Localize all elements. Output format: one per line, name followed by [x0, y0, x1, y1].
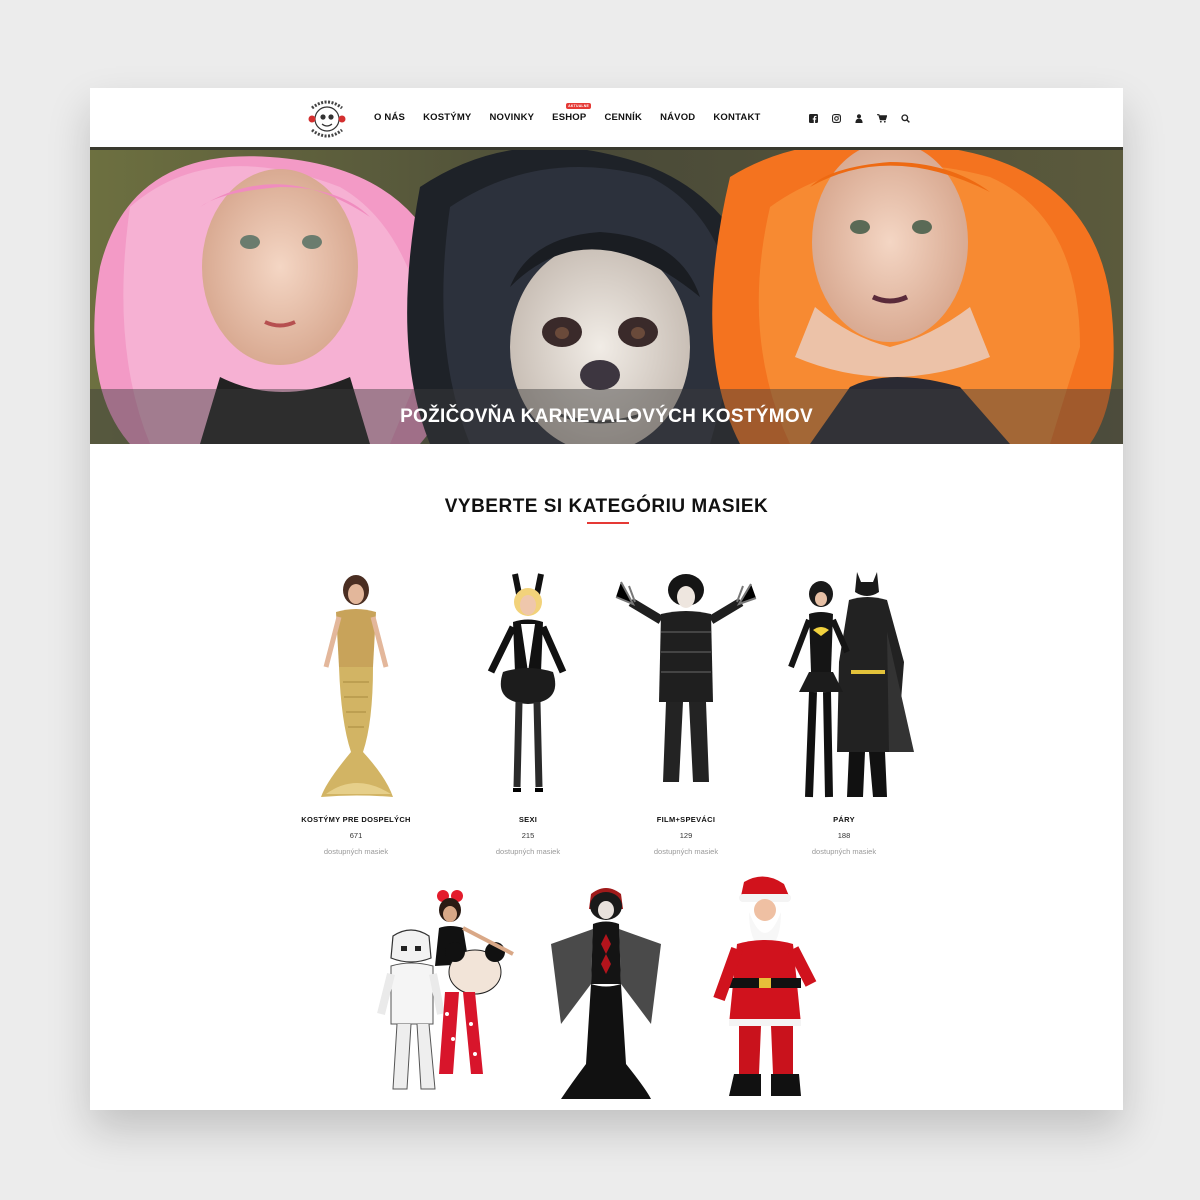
facebook-icon[interactable]: [807, 112, 819, 124]
category-card-sexi[interactable]: SEXI 215 dostupných masiek: [453, 572, 603, 856]
category-sub: dostupných masiek: [495, 847, 561, 856]
category-image-mermaid[interactable]: [281, 572, 431, 802]
site-logo[interactable]: [304, 96, 350, 140]
title-underline: [587, 522, 629, 524]
section-title: VYBERTE SI KATEGÓRIU MASIEK: [444, 496, 769, 517]
site-header: O NÁS KOSTÝMY NOVINKY AKTUALNE ESHOP CEN…: [90, 88, 1123, 147]
eshop-badge: AKTUALNE: [566, 103, 592, 109]
user-icon[interactable]: [853, 112, 865, 124]
category-count: 671: [349, 831, 363, 840]
header-icons: [807, 112, 911, 124]
category-image-bunny[interactable]: [453, 572, 603, 802]
search-icon[interactable]: [899, 112, 911, 124]
category-card-pary[interactable]: PÁRY 188 dostupných masiek: [769, 572, 919, 856]
category-card-kids-couple[interactable]: [373, 874, 523, 1104]
nav-item-kontakt[interactable]: KONTAKT: [713, 112, 760, 123]
nav-item-kostymy[interactable]: KOSTÝMY: [423, 112, 471, 123]
nav-item-novinky[interactable]: NOVINKY: [489, 112, 534, 123]
category-card-santa[interactable]: [689, 874, 839, 1104]
category-name[interactable]: KOSTÝMY PRE DOSPELÝCH: [281, 815, 431, 824]
category-image-vampire[interactable]: [531, 874, 681, 1104]
category-card-vampire[interactable]: [531, 874, 681, 1104]
nav-item-eshop[interactable]: AKTUALNE ESHOP: [552, 103, 592, 123]
page: O NÁS KOSTÝMY NOVINKY AKTUALNE ESHOP CEN…: [90, 88, 1123, 1110]
category-count: 215: [521, 831, 535, 840]
category-name[interactable]: SEXI: [453, 815, 603, 824]
category-count: 129: [679, 831, 693, 840]
category-image-batman-couple[interactable]: [769, 572, 919, 802]
category-card-film-spevaci[interactable]: FILM+SPEVÁCI 129 dostupných masiek: [611, 572, 761, 856]
category-sub: dostupných masiek: [811, 847, 877, 856]
category-image-scissorhands[interactable]: [611, 572, 761, 802]
category-sub: dostupných masiek: [653, 847, 719, 856]
nav-item-o-nas[interactable]: O NÁS: [374, 112, 405, 123]
nav-item-cennik[interactable]: CENNÍK: [604, 112, 642, 123]
category-sub: dostupných masiek: [323, 847, 389, 856]
category-card-kostymy-pre-dospelych[interactable]: KOSTÝMY PRE DOSPELÝCH 671 dostupných mas…: [281, 572, 431, 856]
category-name[interactable]: FILM+SPEVÁCI: [611, 815, 761, 824]
hero-banner: POŽIČOVŇA KARNEVALOVÝCH KOSTÝMOV: [90, 147, 1123, 444]
cart-icon[interactable]: [876, 112, 888, 124]
instagram-icon[interactable]: [830, 112, 842, 124]
category-name[interactable]: PÁRY: [769, 815, 919, 824]
category-count: 188: [837, 831, 851, 840]
nav-item-navod[interactable]: NÁVOD: [660, 112, 695, 123]
category-image-santa[interactable]: [689, 874, 839, 1104]
hero-title: POŽIČOVŇA KARNEVALOVÝCH KOSTÝMOV: [400, 406, 813, 427]
main-nav: O NÁS KOSTÝMY NOVINKY AKTUALNE ESHOP CEN…: [374, 103, 779, 123]
category-image-stormtrooper-minnie[interactable]: [373, 874, 523, 1104]
